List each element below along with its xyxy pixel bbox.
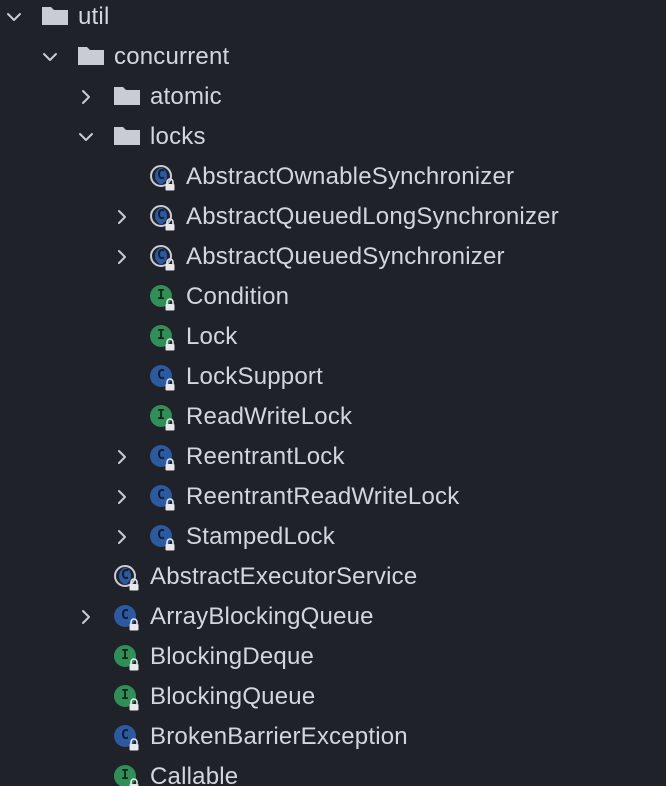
abstract-class-icon: C xyxy=(148,163,178,191)
folder-icon xyxy=(40,4,70,28)
lock-icon xyxy=(164,298,176,311)
lock-icon xyxy=(164,378,176,391)
tree-row-class[interactable]: C LockSupport xyxy=(0,357,666,397)
chevron-right-icon[interactable] xyxy=(112,527,132,547)
tree-row-class[interactable]: C ArrayBlockingQueue xyxy=(0,597,666,637)
tree-label: AbstractQueuedLongSynchronizer xyxy=(186,203,559,230)
tree-label: ReentrantReadWriteLock xyxy=(186,483,460,510)
class-icon: C xyxy=(112,603,142,631)
class-icon: C xyxy=(148,443,178,471)
lock-icon xyxy=(128,618,140,631)
tree-row-class[interactable]: I BlockingQueue xyxy=(0,677,666,717)
tree-row-class[interactable]: C AbstractQueuedSynchronizer xyxy=(0,237,666,277)
interface-icon: I xyxy=(148,283,178,311)
tree-label: Callable xyxy=(150,763,239,786)
chevron-right-icon[interactable] xyxy=(112,447,132,467)
interface-icon: I xyxy=(148,323,178,351)
tree-label: ReadWriteLock xyxy=(186,403,353,430)
tree-label: ReentrantLock xyxy=(186,443,345,470)
folder-icon xyxy=(76,44,106,68)
tree-row-class[interactable]: I Condition xyxy=(0,277,666,317)
lock-icon xyxy=(164,498,176,511)
tree-label-util: util xyxy=(78,3,110,30)
abstract-class-icon: C xyxy=(112,563,142,591)
chevron-right-icon[interactable] xyxy=(76,607,96,627)
interface-icon: I xyxy=(112,683,142,711)
lock-icon xyxy=(164,178,176,191)
tree-label: BlockingDeque xyxy=(150,643,315,670)
tree-row-class[interactable]: C ReentrantLock xyxy=(0,437,666,477)
tree-row-class[interactable]: C AbstractExecutorService xyxy=(0,557,666,597)
tree-label-atomic: atomic xyxy=(150,83,222,110)
tree-label: StampedLock xyxy=(186,523,335,550)
abstract-class-icon: C xyxy=(148,203,178,231)
tree-label: LockSupport xyxy=(186,363,323,390)
class-icon: C xyxy=(112,723,142,751)
lock-icon xyxy=(128,698,140,711)
abstract-class-icon: C xyxy=(148,243,178,271)
chevron-right-icon[interactable] xyxy=(112,487,132,507)
lock-icon xyxy=(128,778,140,786)
lock-icon xyxy=(128,658,140,671)
lock-icon xyxy=(164,458,176,471)
tree-label: BrokenBarrierException xyxy=(150,723,408,750)
tree-row-class[interactable]: C BrokenBarrierException xyxy=(0,717,666,757)
lock-icon xyxy=(128,738,140,751)
class-icon: C xyxy=(148,523,178,551)
chevron-down-icon[interactable] xyxy=(76,127,96,147)
tree-row-util[interactable]: util xyxy=(0,0,666,37)
tree-row-concurrent[interactable]: concurrent xyxy=(0,37,666,77)
tree-row-atomic[interactable]: atomic xyxy=(0,77,666,117)
folder-icon xyxy=(112,124,142,148)
tree-row-locks[interactable]: locks xyxy=(0,117,666,157)
tree-row-class[interactable]: I Callable xyxy=(0,757,666,786)
lock-icon xyxy=(128,578,140,591)
interface-icon: I xyxy=(148,403,178,431)
chevron-down-icon[interactable] xyxy=(4,7,24,27)
tree-row-class[interactable]: I BlockingDeque xyxy=(0,637,666,677)
chevron-right-icon[interactable] xyxy=(76,87,96,107)
chevron-right-icon[interactable] xyxy=(112,247,132,267)
folder-icon xyxy=(112,84,142,108)
lock-icon xyxy=(164,218,176,231)
chevron-right-icon[interactable] xyxy=(112,207,132,227)
tree-row-class[interactable]: I Lock xyxy=(0,317,666,357)
interface-icon: I xyxy=(112,763,142,786)
lock-icon xyxy=(164,538,176,551)
tree-row-class[interactable]: I ReadWriteLock xyxy=(0,397,666,437)
tree-row-class[interactable]: C StampedLock xyxy=(0,517,666,557)
lock-icon xyxy=(164,418,176,431)
class-icon: C xyxy=(148,483,178,511)
tree-row-class[interactable]: C AbstractQueuedLongSynchronizer xyxy=(0,197,666,237)
lock-icon xyxy=(164,258,176,271)
tree-row-class[interactable]: C AbstractOwnableSynchronizer xyxy=(0,157,666,197)
tree-row-class[interactable]: C ReentrantReadWriteLock xyxy=(0,477,666,517)
interface-icon: I xyxy=(112,643,142,671)
tree-label: ArrayBlockingQueue xyxy=(150,603,374,630)
class-icon: C xyxy=(148,363,178,391)
tree-label: Condition xyxy=(186,283,290,310)
tree-label-concurrent: concurrent xyxy=(114,43,230,70)
tree-label: AbstractOwnableSynchronizer xyxy=(186,163,515,190)
chevron-down-icon[interactable] xyxy=(40,47,60,67)
tree-label: AbstractExecutorService xyxy=(150,563,418,590)
lock-icon xyxy=(164,338,176,351)
tree-label: Lock xyxy=(186,323,238,350)
project-tree: util concurrent atomic locks C AbstractOw… xyxy=(0,0,666,786)
tree-label: BlockingQueue xyxy=(150,683,316,710)
tree-label-locks: locks xyxy=(150,123,206,150)
tree-label: AbstractQueuedSynchronizer xyxy=(186,243,505,270)
